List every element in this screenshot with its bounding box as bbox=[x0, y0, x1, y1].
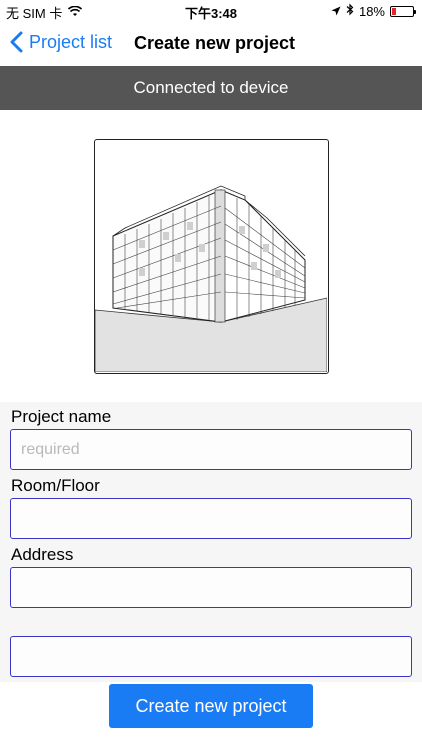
address-line-2-input[interactable] bbox=[10, 636, 412, 677]
project-name-label: Project name bbox=[11, 407, 112, 426]
building-illustration bbox=[95, 185, 328, 373]
battery-percent: 18% bbox=[358, 3, 385, 19]
room-floor-label: Room/Floor bbox=[11, 476, 100, 495]
location-arrow-icon bbox=[331, 4, 341, 19]
page-title: Create new project bbox=[134, 33, 296, 53]
status-right: 18% bbox=[331, 3, 416, 19]
back-button[interactable]: Project list bbox=[10, 31, 112, 53]
navigation-bar: Project list Create new project bbox=[0, 22, 422, 66]
address-input[interactable] bbox=[10, 567, 412, 608]
room-floor-input[interactable] bbox=[10, 498, 412, 539]
battery-level bbox=[392, 7, 396, 15]
address-label: Address bbox=[11, 545, 74, 564]
create-project-button[interactable]: Create new project bbox=[109, 684, 313, 728]
bluetooth-icon bbox=[346, 3, 354, 19]
status-bar: 无 SIM 卡 下午3:48 18% bbox=[0, 0, 422, 22]
connection-status-banner: Connected to device bbox=[0, 66, 422, 110]
project-image[interactable] bbox=[94, 139, 329, 374]
chevron-left-icon bbox=[10, 31, 23, 53]
battery-icon bbox=[390, 5, 416, 17]
project-name-input[interactable] bbox=[10, 429, 412, 470]
back-button-label: Project list bbox=[29, 31, 113, 52]
